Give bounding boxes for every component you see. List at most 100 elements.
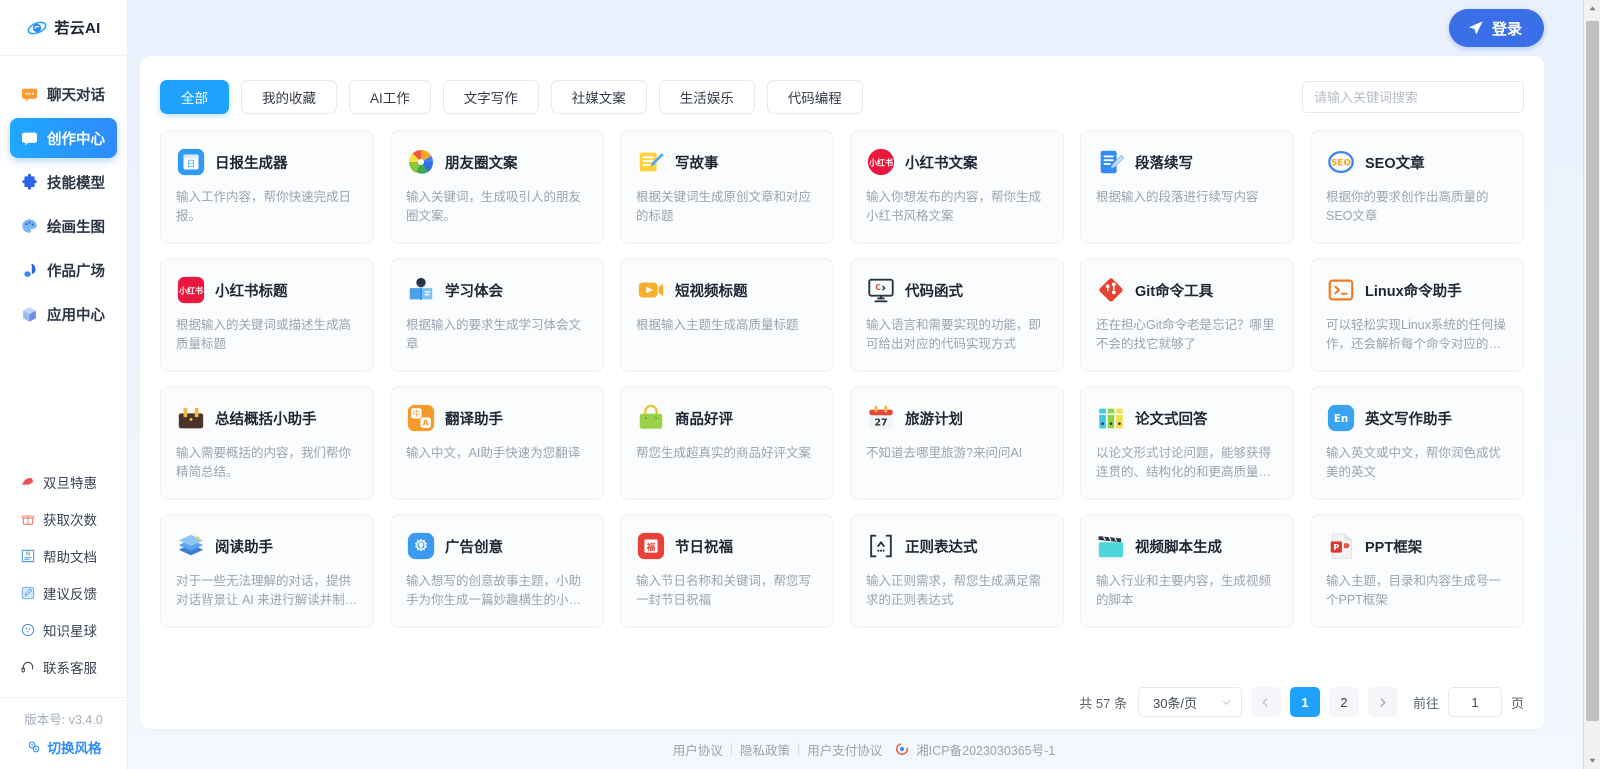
svg-text:En: En	[1334, 413, 1348, 425]
card-seo-article[interactable]: SEO SEO文章 根据你的要求创作出高质量的SEO文章	[1310, 130, 1524, 244]
card-description: 输入语言和需要实现的功能，即可给出对应的代码实现方式	[866, 318, 1042, 351]
pagination-next-button[interactable]	[1367, 687, 1398, 717]
card-title: 阅读助手	[215, 539, 273, 556]
tab-life-entertainment[interactable]: 生活娱乐	[658, 80, 755, 114]
card-study-insight[interactable]: 学习体会 根据输入的要求生成学习体会文章	[390, 258, 604, 372]
sidebar-item-knowledge-planet[interactable]: 知识星球	[10, 613, 117, 647]
footer-link-user-agreement[interactable]: 用户协议	[673, 740, 723, 759]
xiaohongshu-square-icon: 小红书	[177, 276, 205, 304]
footer-link-privacy-policy[interactable]: 隐私政策	[740, 740, 790, 759]
card-moments-copy[interactable]: 朋友圈文案 输入关键词，生成吸引人的朋友圈文案。	[390, 130, 604, 244]
sidebar-item-feedback[interactable]: 建议反馈	[10, 576, 117, 610]
login-label: 登录	[1491, 20, 1522, 38]
card-travel-plan[interactable]: 27 旅游计划 不知道去哪里旅游?来问问AI	[850, 386, 1064, 500]
card-description: 输入行业和主要内容，生成视频的脚本	[1096, 574, 1272, 607]
login-button[interactable]: 登录	[1448, 9, 1544, 47]
svg-text:日: 日	[187, 159, 195, 169]
paragraph-continue-icon	[1100, 150, 1125, 174]
card-header: 中 A 翻译助手	[406, 403, 588, 433]
scrollbar-up-button[interactable]	[1583, 0, 1600, 17]
card-festival-greeting[interactable]: 福 节日祝福 输入节日名称和关键词，帮您写一封节日祝福	[620, 514, 834, 628]
sidebar-item-drawing[interactable]: 绘画生图	[10, 206, 117, 246]
card-description: 根据输入的关键词或描述生成高质量标题	[176, 318, 352, 351]
search-input[interactable]	[1302, 81, 1524, 113]
puzzle-piece-icon	[22, 173, 37, 190]
ppt-file-icon: P	[1330, 533, 1352, 559]
page-scrollbar[interactable]	[1583, 0, 1600, 769]
card-description: 帮您生成超真实的商品好评文案	[636, 446, 812, 460]
tab-label: 代码编程	[787, 91, 842, 106]
card-ppt-framework[interactable]: P PPT框架 输入主题，目录和内容生成号一个PPT框架	[1310, 514, 1524, 628]
sidebar-item-create[interactable]: 创作中心	[10, 118, 117, 158]
sidebar-item-app-center[interactable]: 应用中心	[10, 294, 117, 334]
card-header: 日 日报生成器	[176, 147, 358, 177]
card-code-function[interactable]: C 代码函式 输入语言和需要实现的功能，即可给出对应的代码实现方式	[850, 258, 1064, 372]
content-panel: 全部 我的收藏 AI工作 文字写作 社媒文案 生活娱乐 代码编程 请输入关键词搜…	[140, 56, 1544, 729]
theme-switch-button[interactable]: 切换风格	[0, 737, 127, 769]
tab-ai-work[interactable]: AI工作	[349, 80, 431, 114]
tab-code-programming[interactable]: 代码编程	[766, 80, 863, 114]
sidebar-item-get-credits[interactable]: 获取次数	[10, 502, 117, 536]
card-header: 商品好评	[636, 403, 818, 433]
sidebar-item-gallery[interactable]: 作品广场	[10, 250, 117, 290]
card-thesis-answer[interactable]: 论文式回答 以论文形式讨论问题，能够获得连贯的、结构化的和更高质量的回…	[1080, 386, 1294, 500]
tab-text-writing[interactable]: 文字写作	[442, 80, 539, 114]
card-regex[interactable]: 正则表达式 输入正则需求，帮您生成满足需求的正则表达式	[850, 514, 1064, 628]
tab-favorites[interactable]: 我的收藏	[241, 80, 337, 114]
card-header: 小红书 小红书标题	[176, 275, 358, 305]
calendar-27-icon: 27	[869, 405, 893, 430]
pagination-jump-input[interactable]	[1447, 687, 1502, 717]
scrollbar-thumb[interactable]	[1585, 21, 1599, 721]
card-title: 正则表达式	[905, 539, 978, 556]
sidebar-item-contact-support[interactable]: 联系客服	[10, 650, 117, 684]
xiaohongshu-round-icon: 小红书	[867, 148, 895, 176]
lightbulb-gear-icon	[407, 532, 435, 560]
page-size-select[interactable]: 30条/页	[1137, 687, 1242, 717]
card-daily-report[interactable]: 日 日报生成器 输入工作内容，帮你快速完成日报。	[160, 130, 374, 244]
card-xiaohongshu-copy[interactable]: 小红书 小红书文案 输入你想发布的内容，帮你生成小红书风格文案	[850, 130, 1064, 244]
pagination-page-1[interactable]: 1	[1289, 687, 1320, 717]
pagination-prev-button[interactable]	[1250, 687, 1281, 717]
card-xiaohongshu-title[interactable]: 小红书 小红书标题 根据输入的关键词或描述生成高质量标题	[160, 258, 374, 372]
card-video-script[interactable]: 视频脚本生成 输入行业和主要内容，生成视频的脚本	[1080, 514, 1294, 628]
card-grid: 日 日报生成器 输入工作内容，帮你快速完成日报。 朋友圈文案 输入关键词，生成吸…	[160, 130, 1524, 628]
footer-separator: |	[729, 742, 733, 756]
scrollbar-down-button[interactable]	[1583, 752, 1600, 769]
sidebar-bottom-nav: 双旦特惠 获取次数 N 帮助文档 建议反馈 知识星球 联系客服	[0, 462, 127, 691]
tab-all[interactable]: 全部	[160, 80, 229, 114]
card-paragraph-continue[interactable]: 段落续写 根据输入的段落进行续写内容	[1080, 130, 1294, 244]
card-ad-creative[interactable]: 广告创意 输入想写的创意故事主题，小助手为你生成一篇妙趣横生的小故事	[390, 514, 604, 628]
svg-text:福: 福	[646, 542, 656, 552]
footer-link-payment-agreement[interactable]: 用户支付协议	[807, 740, 882, 759]
card-title: 旅游计划	[905, 411, 963, 428]
sidebar-item-skill-model[interactable]: 技能模型	[10, 162, 117, 202]
tab-social-copy[interactable]: 社媒文案	[550, 80, 647, 114]
card-short-video-title[interactable]: 短视频标题 根据输入主题生成高质量标题	[620, 258, 834, 372]
pagination-page-2[interactable]: 2	[1328, 687, 1359, 717]
sidebar-item-chat[interactable]: 聊天对话	[10, 74, 117, 114]
sidebar-item-help-doc[interactable]: N 帮助文档	[10, 539, 117, 573]
card-description: 对于一些无法理解的对话，提供对话背景让 AI 来进行解读并制定出…	[176, 574, 358, 607]
card-git-tool[interactable]: Git命令工具 还在担心Git命令老是忘记？哪里不会的找它就够了	[1080, 258, 1294, 372]
card-write-story[interactable]: 写故事 根据关键词生成原创文章和对应的标题	[620, 130, 834, 244]
card-description: 根据输入主题生成高质量标题	[636, 318, 799, 332]
pagination-total: 共 57 条	[1079, 695, 1127, 711]
card-header: C 代码函式	[866, 275, 1048, 305]
card-product-review[interactable]: 商品好评 帮您生成超真实的商品好评文案	[620, 386, 834, 500]
scrollbar-track[interactable]	[1584, 17, 1600, 752]
card-translate-assistant[interactable]: 中 A 翻译助手 输入中文，AI助手快速为您翻译	[390, 386, 604, 500]
daily-report-icon: 日	[177, 148, 205, 176]
brand[interactable]: 若云AI	[0, 0, 127, 56]
card-description: 输入需要概括的内容，我们帮你精简总结。	[176, 446, 352, 479]
card-title: 小红书标题	[215, 283, 288, 300]
card-summary-assistant[interactable]: 总结概括小助手 输入需要概括的内容，我们帮你精简总结。	[160, 386, 374, 500]
sidebar-item-promo[interactable]: 双旦特惠	[10, 465, 117, 499]
card-title: 日报生成器	[215, 155, 288, 172]
card-header: 福 节日祝福	[636, 531, 818, 561]
card-linux-helper[interactable]: Linux命令助手 可以轻松实现Linux系统的任何操作，还会解析每个命令对应的…	[1310, 258, 1524, 372]
footer-separator: |	[797, 742, 801, 756]
card-english-writing[interactable]: En 英文写作助手 输入英文或中文，帮你润色成优美的英文	[1310, 386, 1524, 500]
card-title: 学习体会	[445, 283, 503, 300]
card-grid-scroll: 日 日报生成器 输入工作内容，帮你快速完成日报。 朋友圈文案 输入关键词，生成吸…	[140, 114, 1544, 675]
card-reading-assistant[interactable]: 阅读助手 对于一些无法理解的对话，提供对话背景让 AI 来进行解读并制定出…	[160, 514, 374, 628]
